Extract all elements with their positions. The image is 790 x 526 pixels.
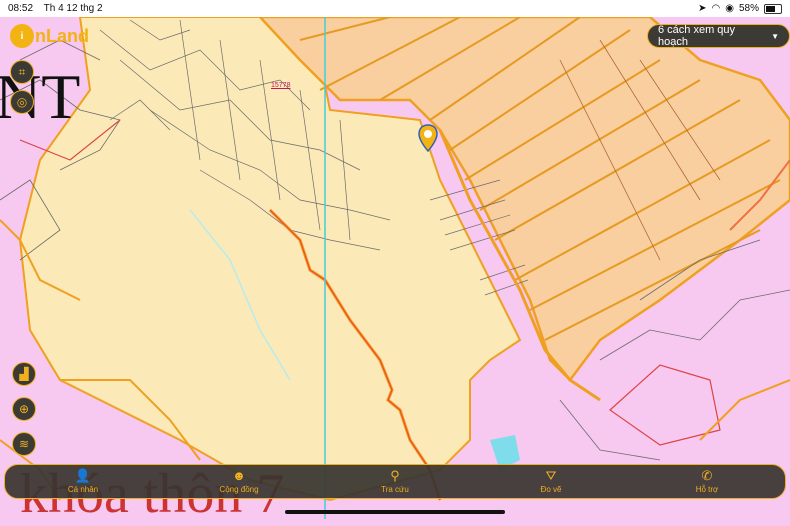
map-canvas[interactable] — [0, 0, 790, 519]
nav-personal-label: Cá nhân — [67, 485, 99, 494]
location-pin-tool-icon: ◎ — [16, 95, 28, 109]
logo-text: nLand — [35, 25, 89, 46]
nav-personal[interactable]: 👤 Cá nhân — [5, 465, 161, 498]
planning-view-label: 6 cách xem quy hoạch — [658, 24, 736, 48]
layers-icon: ≋ — [18, 437, 30, 451]
chart-tool-icon: ▟ — [19, 367, 29, 381]
nav-draw-label: Đo vẽ — [540, 485, 562, 494]
crosshair-icon: ⊕ — [18, 402, 30, 416]
user-icon: 👤 — [74, 468, 92, 483]
nav-search-label: Tra cứu — [381, 485, 409, 494]
nav-community[interactable]: ☻ Cộng đồng — [161, 465, 317, 498]
community-icon: ☻ — [232, 468, 246, 483]
app-logo: i nLand — [10, 24, 89, 48]
draw-icon: ⛛ — [545, 468, 557, 483]
caret-down-icon: ▼ — [771, 31, 779, 41]
focus-icon: ◉ — [725, 3, 734, 14]
measure-tool-button[interactable]: ⌗ — [10, 60, 34, 84]
location-tool-button[interactable]: ◎ — [10, 90, 34, 114]
phone-icon: ✆ — [701, 468, 713, 483]
planning-view-button[interactable]: 6 cách xem quy hoạch ▼ — [647, 24, 790, 48]
nav-support-label: Hỗ trợ — [695, 485, 719, 494]
bottom-navigation: 👤 Cá nhân ☻ Cộng đồng ⚲ Tra cứu ⛛ Đo vẽ … — [4, 464, 786, 499]
status-bar: 08:52 Th 4 12 thg 2 ➤ ◠ ◉ 58% — [0, 0, 790, 17]
home-indicator — [285, 510, 505, 514]
wifi-icon: ◠ — [711, 3, 721, 14]
location-arrow-icon: ➤ — [698, 3, 707, 14]
measure-tool-icon: ⌗ — [18, 64, 26, 79]
nav-support[interactable]: ✆ Hỗ trợ — [629, 465, 785, 498]
location-pin-icon[interactable] — [418, 124, 438, 157]
search-icon: ⚲ — [390, 468, 400, 483]
battery-percent: 58% — [738, 3, 759, 14]
chart-tool-button[interactable]: ▟ — [12, 362, 36, 386]
nav-search[interactable]: ⚲ Tra cứu — [317, 465, 473, 498]
my-location-button[interactable]: ⊕ — [12, 397, 36, 421]
layers-button[interactable]: ≋ — [12, 432, 36, 456]
battery-icon — [764, 3, 782, 14]
status-date: Th 4 12 thg 2 — [43, 3, 103, 14]
plot-number-label: 15778 — [271, 82, 291, 89]
nav-draw[interactable]: ⛛ Đo vẽ — [473, 465, 629, 498]
logo-mark-icon: i — [10, 24, 34, 48]
status-time: 08:52 — [8, 3, 34, 14]
nav-community-label: Cộng đồng — [219, 485, 259, 494]
